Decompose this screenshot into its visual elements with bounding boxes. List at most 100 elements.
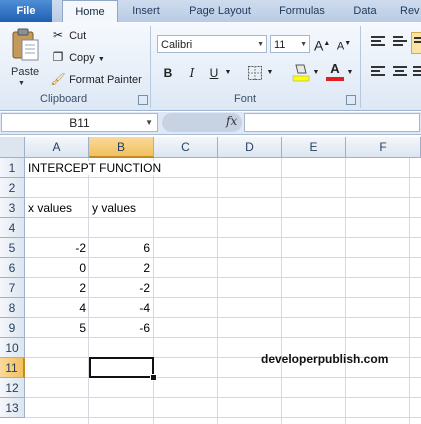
cell-a8[interactable]: 4 [28,301,86,315]
column-header-d[interactable]: D [218,137,282,158]
row-header-12[interactable]: 12 [0,378,25,398]
row-header-8[interactable]: 8 [0,298,25,318]
tab-home[interactable]: Home [62,0,118,23]
underline-dropdown-icon[interactable]: ▼ [224,64,232,82]
paste-icon [12,28,39,61]
name-box-value: B11 [69,116,90,130]
align-bottom-icon [414,37,421,49]
align-left-icon[interactable] [371,66,385,78]
align-bottom-button[interactable] [411,32,421,54]
row-header-4[interactable]: 4 [0,218,25,238]
paste-dropdown-icon[interactable]: ▼ [18,80,25,87]
cell-b8[interactable]: -4 [92,301,150,315]
tab-review[interactable]: Rev [400,0,421,22]
formula-input[interactable] [244,113,420,132]
ribbon-tab-bar: File Home Insert Page Layout Formulas Da… [0,0,421,23]
cell-a1-title[interactable]: INTERCEPT FUNCTION [28,161,166,175]
row-header-9[interactable]: 9 [0,318,25,338]
group-divider [360,26,361,108]
copy-button[interactable]: ❐ Copy ▼ [50,48,105,66]
row-header-5[interactable]: 5 [0,238,25,258]
select-all-button[interactable] [0,137,25,158]
font-size-value: 11 [274,39,286,51]
font-color-button[interactable]: A [326,62,344,82]
clipboard-launcher-icon[interactable] [138,95,148,105]
font-color-icon: A [330,61,340,76]
gridline [25,297,421,298]
tab-page-layout[interactable]: Page Layout [184,0,256,22]
copy-icon: ❐ [52,50,64,64]
ribbon-home-panel: Paste ▼ ✂ Cut ❐ Copy ▼ 🖌 Format Painter … [0,22,421,111]
cut-label: Cut [69,30,87,42]
fill-color-dropdown-icon[interactable]: ▼ [312,64,320,82]
borders-button[interactable] [248,66,262,80]
align-middle-icon[interactable] [393,36,407,48]
row-header-11[interactable]: 11 [0,358,25,378]
cell-a7[interactable]: 2 [28,281,86,295]
font-size-select[interactable]: 11 ▼ [270,35,310,53]
tab-insert[interactable]: Insert [124,0,168,22]
copy-dropdown-icon[interactable]: ▼ [98,56,105,63]
column-header-a[interactable]: A [25,137,89,158]
cell-b5[interactable]: 6 [92,241,150,255]
row-header-6[interactable]: 6 [0,258,25,278]
fill-color-button[interactable] [292,62,310,82]
bold-button[interactable]: B [160,64,176,82]
shrink-font-button[interactable]: A▼ [336,35,352,53]
tab-formulas[interactable]: Formulas [272,0,332,22]
font-group-label: Font [234,93,257,105]
font-name-select[interactable]: Calibri ▼ [157,35,267,53]
italic-button[interactable]: I [184,64,200,82]
spreadsheet-grid: A B C D E F 1 2 3 4 5 6 7 8 9 10 11 12 1… [0,137,421,424]
row-header-13[interactable]: 13 [0,398,25,418]
column-header-c[interactable]: C [154,137,218,158]
align-top-icon[interactable] [371,36,385,48]
tab-file[interactable]: File [0,0,52,22]
format-painter-button[interactable]: 🖌 Format Painter [50,70,142,88]
row-header-10[interactable]: 10 [0,338,25,358]
gridline [25,177,421,178]
borders-dropdown-icon[interactable]: ▼ [266,64,274,82]
insert-function-button[interactable]: fx [226,114,237,128]
active-cell-b11[interactable] [89,357,154,378]
column-header-b[interactable]: B [89,137,154,158]
underline-button[interactable]: U [206,64,222,82]
chevron-down-icon: ▼ [300,41,307,48]
cell-b7[interactable]: -2 [92,281,150,295]
font-launcher-icon[interactable] [346,95,356,105]
paint-bucket-icon [292,64,310,82]
row-header-1[interactable]: 1 [0,158,25,178]
gridline [25,257,421,258]
align-center-icon[interactable] [393,66,407,78]
cut-button[interactable]: ✂ Cut [50,26,86,44]
formula-bar: B11 ▼ fx [0,112,421,135]
cell-a6[interactable]: 0 [28,261,86,275]
row-header-7[interactable]: 7 [0,278,25,298]
cell-b3-y-header[interactable]: y values [92,201,136,215]
gridline [25,397,421,398]
font-color-dropdown-icon[interactable]: ▼ [346,64,354,82]
cell-b9[interactable]: -6 [92,321,150,335]
row-header-2[interactable]: 2 [0,178,25,198]
font-name-value: Calibri [161,39,193,51]
cell-a9[interactable]: 5 [28,321,86,335]
grow-font-button[interactable]: A▲ [314,35,330,54]
name-box[interactable]: B11 ▼ [1,113,158,132]
column-header-e[interactable]: E [282,137,346,158]
format-painter-label: Format Painter [69,74,142,86]
gridline [25,377,421,378]
cell-a3-x-header[interactable]: x values [28,201,72,215]
cell-b6[interactable]: 2 [92,261,150,275]
row-header-3[interactable]: 3 [0,198,25,218]
align-right-icon[interactable] [413,66,421,78]
tab-data[interactable]: Data [348,0,382,22]
watermark-text: developerpublish.com [261,352,389,366]
cell-a5[interactable]: -2 [28,241,86,255]
fill-handle[interactable] [150,374,157,381]
column-header-f[interactable]: F [346,137,421,158]
chevron-down-icon[interactable]: ▼ [145,114,153,132]
borders-icon [248,66,262,80]
chevron-down-icon: ▼ [257,41,264,48]
paste-label: Paste [11,66,40,78]
gridline [25,237,421,238]
